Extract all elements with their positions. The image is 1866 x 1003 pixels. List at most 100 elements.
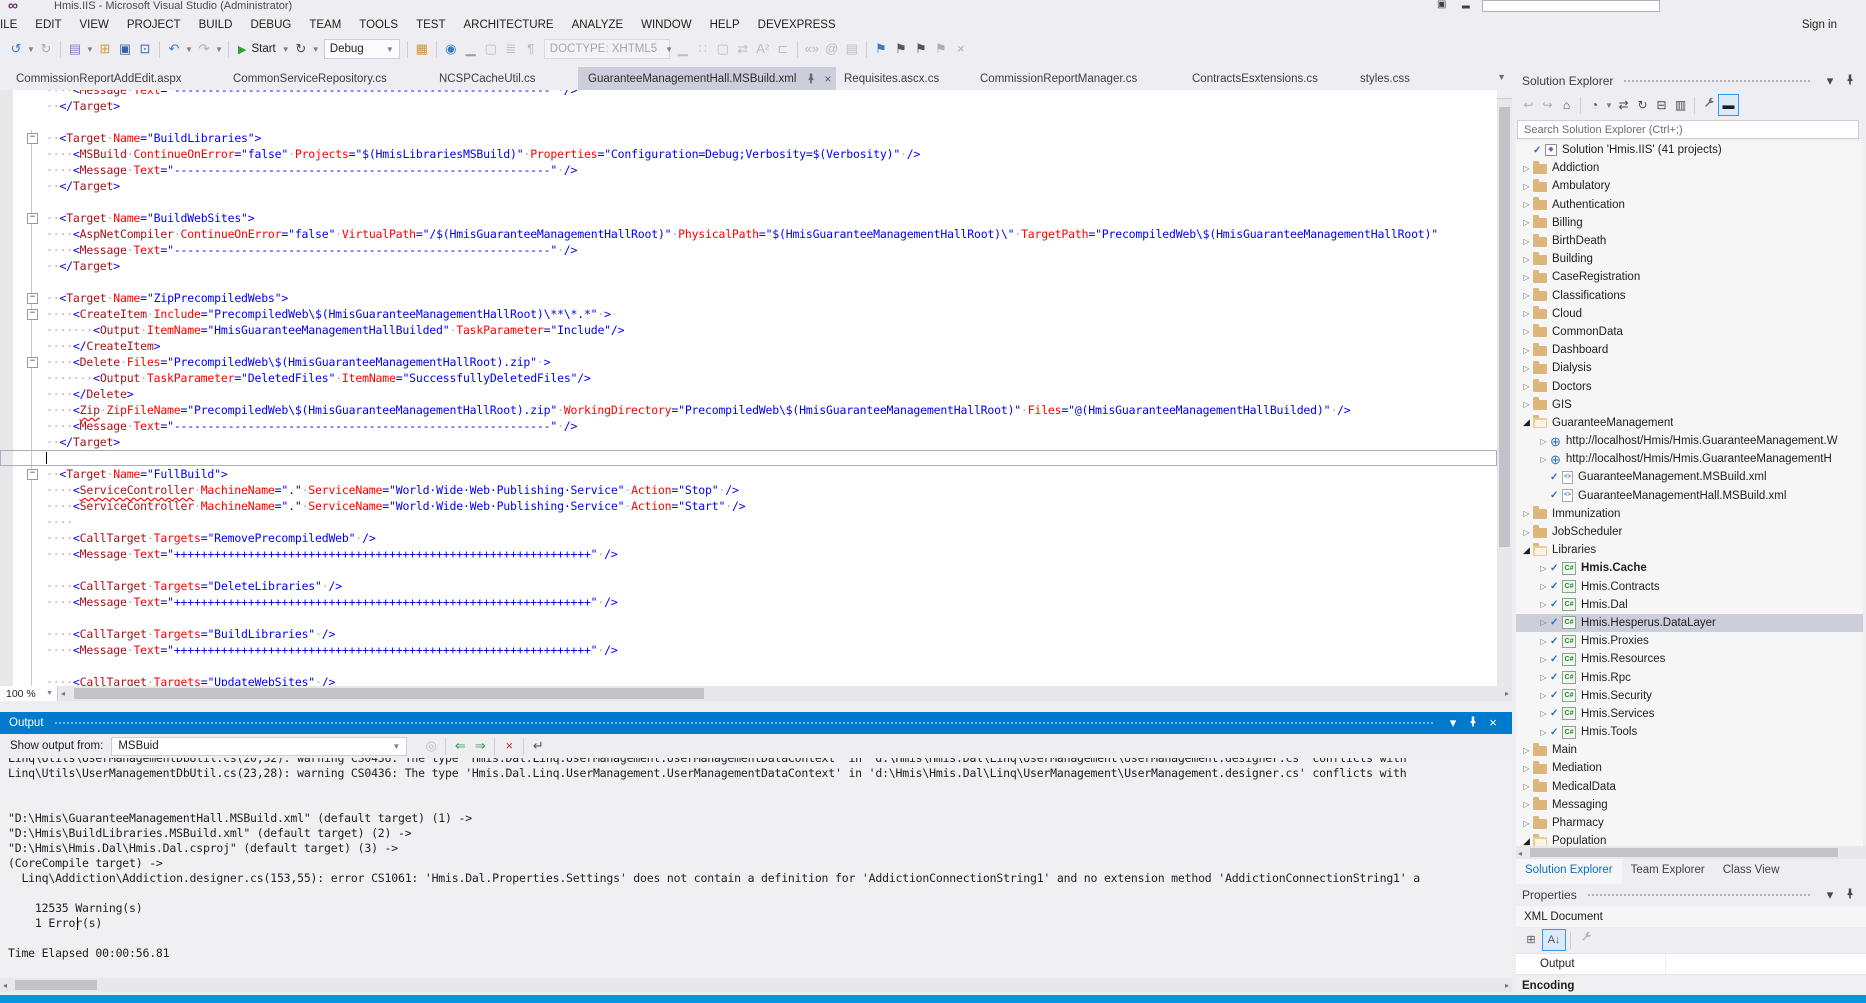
collapsed-arrow-icon[interactable]: ▷ — [1520, 819, 1533, 828]
save-icon[interactable]: ▣ — [115, 39, 135, 59]
goto-next-message-icon[interactable]: ⇒ — [470, 736, 490, 756]
tree-item[interactable]: ▷CommonData — [1516, 323, 1863, 341]
tree-item[interactable]: ◢GuaranteeManagement — [1516, 414, 1863, 432]
preview-selected-items-icon[interactable]: ▬ — [1718, 94, 1739, 116]
menu-build[interactable]: BUILD — [190, 15, 242, 35]
collapsed-arrow-icon[interactable]: ▷ — [1537, 600, 1550, 609]
collapsed-arrow-icon[interactable]: ▷ — [1520, 200, 1533, 209]
toggle-word-wrap-icon[interactable]: ↵ — [528, 736, 548, 756]
bookmark-icon[interactable]: ⚑ — [871, 39, 891, 59]
start-debugging-button[interactable]: ▶Start — [235, 43, 279, 56]
collapsed-arrow-icon[interactable]: ▷ — [1537, 691, 1550, 700]
clear-all-output-icon[interactable]: × — [499, 736, 519, 756]
refresh-icon[interactable]: ↻ — [1633, 95, 1652, 115]
tree-item[interactable]: ▷Cloud — [1516, 305, 1863, 323]
fold-collapse-icon[interactable]: − — [27, 213, 38, 224]
format-selection-icon[interactable]: ¶ — [521, 39, 541, 59]
collapsed-arrow-icon[interactable]: ▷ — [1537, 437, 1550, 446]
underscore2-icon[interactable]: ▁ — [673, 39, 693, 59]
tree-item[interactable]: ▷✓C#Hmis.Dal — [1516, 596, 1863, 614]
tab-solution-explorer[interactable]: Solution Explorer — [1516, 859, 1622, 884]
pin-icon[interactable] — [1840, 71, 1860, 91]
scrollbar-thumb[interactable] — [15, 980, 97, 990]
font-size-icon[interactable]: A² — [753, 39, 773, 59]
tab-commonservicerepository-cs[interactable]: CommonServiceRepository.cs — [223, 67, 401, 90]
tree-item[interactable]: ▷⊕http://localhost/Hmis/Hmis.GuaranteeMa… — [1516, 432, 1863, 450]
window-position-icon[interactable]: ▾ — [1820, 71, 1840, 91]
collapsed-arrow-icon[interactable]: ▷ — [1537, 582, 1550, 591]
scroll-left-icon[interactable]: ◂ — [61, 687, 65, 700]
collapsed-arrow-icon[interactable]: ▷ — [1520, 237, 1533, 246]
tree-item[interactable]: ✓<>GuaranteeManagement.MSBuild.xml — [1516, 468, 1863, 486]
pin-icon[interactable] — [806, 73, 816, 84]
collapsed-arrow-icon[interactable]: ▷ — [1520, 382, 1533, 391]
window-position-icon[interactable]: ▾ — [1820, 885, 1840, 905]
collapsed-arrow-icon[interactable]: ▷ — [1520, 255, 1533, 264]
collapsed-arrow-icon[interactable]: ▷ — [1520, 764, 1533, 773]
expanded-arrow-icon[interactable]: ◢ — [1520, 836, 1533, 846]
tree-item[interactable]: ▷Main — [1516, 741, 1863, 759]
tree-item[interactable]: ▷Immunization — [1516, 505, 1863, 523]
document-outline-icon[interactable]: ▢ — [481, 39, 501, 59]
tree-item[interactable]: ▷Building — [1516, 250, 1863, 268]
tree-item[interactable]: ◢Population — [1516, 832, 1863, 846]
menu-project[interactable]: PROJECT — [118, 15, 190, 35]
collapsed-arrow-icon[interactable]: ▷ — [1520, 218, 1533, 227]
menu-view[interactable]: VIEW — [71, 15, 118, 35]
menu-window[interactable]: WINDOW — [632, 15, 700, 35]
doctype-select[interactable]: DOCTYPE: XHTML5▼ — [544, 39, 670, 59]
tree-item[interactable]: ▷✓C#Hmis.Cache — [1516, 559, 1863, 577]
format-document-icon[interactable]: ≣ — [501, 39, 521, 59]
tab-guaranteemanagementhall-msbuild-xml[interactable]: GuaranteeManagementHall.MSBuild.xml× — [578, 67, 836, 90]
tree-item[interactable]: ▷Pharmacy — [1516, 814, 1863, 832]
fold-collapse-icon[interactable]: − — [27, 293, 38, 304]
open-browser-icon[interactable]: ▤ — [65, 39, 85, 59]
tree-item[interactable]: ▷Billing — [1516, 214, 1863, 232]
undo-icon[interactable]: ↶ — [164, 39, 184, 59]
collapsed-arrow-icon[interactable]: ▷ — [1520, 327, 1533, 336]
editor-vertical-scrollbar[interactable] — [1497, 99, 1512, 686]
pending-changes-filter-icon[interactable]: ◔ — [1585, 95, 1604, 115]
expanded-arrow-icon[interactable]: ◢ — [1520, 417, 1533, 428]
nav-forward-icon[interactable]: ↻ — [36, 39, 56, 59]
collapsed-arrow-icon[interactable]: ▷ — [1537, 655, 1550, 664]
collapsed-arrow-icon[interactable]: ▷ — [1520, 273, 1533, 282]
prev-bookmark-icon[interactable]: ⚑ — [891, 39, 911, 59]
se-back-icon[interactable]: ↩ — [1519, 95, 1538, 115]
collapsed-arrow-icon[interactable]: ▷ — [1537, 618, 1550, 627]
property-category[interactable]: Encoding — [1516, 977, 1866, 995]
chevron-down-icon[interactable]: ▼ — [311, 45, 321, 54]
menu-file[interactable]: FILE — [0, 15, 26, 35]
collapsed-arrow-icon[interactable]: ▷ — [1537, 709, 1550, 718]
collapsed-arrow-icon[interactable]: ▷ — [1520, 528, 1533, 537]
chevron-down-icon[interactable]: ▼ — [85, 45, 95, 54]
scroll-right-icon[interactable]: ▸ — [1505, 979, 1509, 992]
save-all-icon[interactable]: ⊡ — [135, 39, 155, 59]
restart-icon[interactable]: ↻ — [291, 39, 311, 59]
solution-explorer-header[interactable]: Solution Explorer ▾ — [1516, 70, 1866, 92]
fold-collapse-icon[interactable]: − — [27, 309, 38, 320]
window-position-icon[interactable]: ▾ — [1443, 713, 1463, 733]
menu-devexpress[interactable]: DEVEXPRESS — [749, 15, 845, 35]
collapsed-arrow-icon[interactable]: ▷ — [1520, 346, 1533, 355]
scrollbar-thumb[interactable] — [74, 688, 704, 699]
tab-styles-css[interactable]: styles.css — [1350, 67, 1426, 90]
fold-collapse-icon[interactable]: − — [27, 133, 38, 144]
collapsed-arrow-icon[interactable]: ▷ — [1520, 509, 1533, 518]
menu-analyze[interactable]: ANALYZE — [563, 15, 633, 35]
tree-item[interactable]: ▷Addiction — [1516, 159, 1863, 177]
tab-contractsesxtensions-cs[interactable]: ContractsEsxtensions.cs — [1182, 67, 1332, 90]
tab-commissionreportmanager-cs[interactable]: CommissionReportManager.cs — [970, 67, 1148, 90]
tree-item[interactable]: ▷✓C#Hmis.Rpc — [1516, 668, 1863, 686]
tree-item[interactable]: ✓◆Solution 'Hmis.IIS' (41 projects) — [1516, 141, 1863, 159]
home-icon[interactable]: ⌂ — [1557, 95, 1576, 115]
tree-item[interactable]: ▷✓C#Hmis.Services — [1516, 705, 1863, 723]
add-new-item-icon[interactable]: ⊞ — [95, 39, 115, 59]
chevron-down-icon[interactable]: ▼ — [214, 45, 224, 54]
attach-process-icon[interactable]: ▦ — [412, 39, 432, 59]
attributes-icon[interactable]: ▤ — [842, 39, 862, 59]
properties-header[interactable]: Properties ▾ — [1516, 884, 1866, 906]
tree-item[interactable]: ✓<>GuaranteeManagementHall.MSBuild.xml — [1516, 487, 1863, 505]
tree-item[interactable]: ▷Dialysis — [1516, 359, 1863, 377]
collapsed-arrow-icon[interactable]: ▷ — [1520, 364, 1533, 373]
